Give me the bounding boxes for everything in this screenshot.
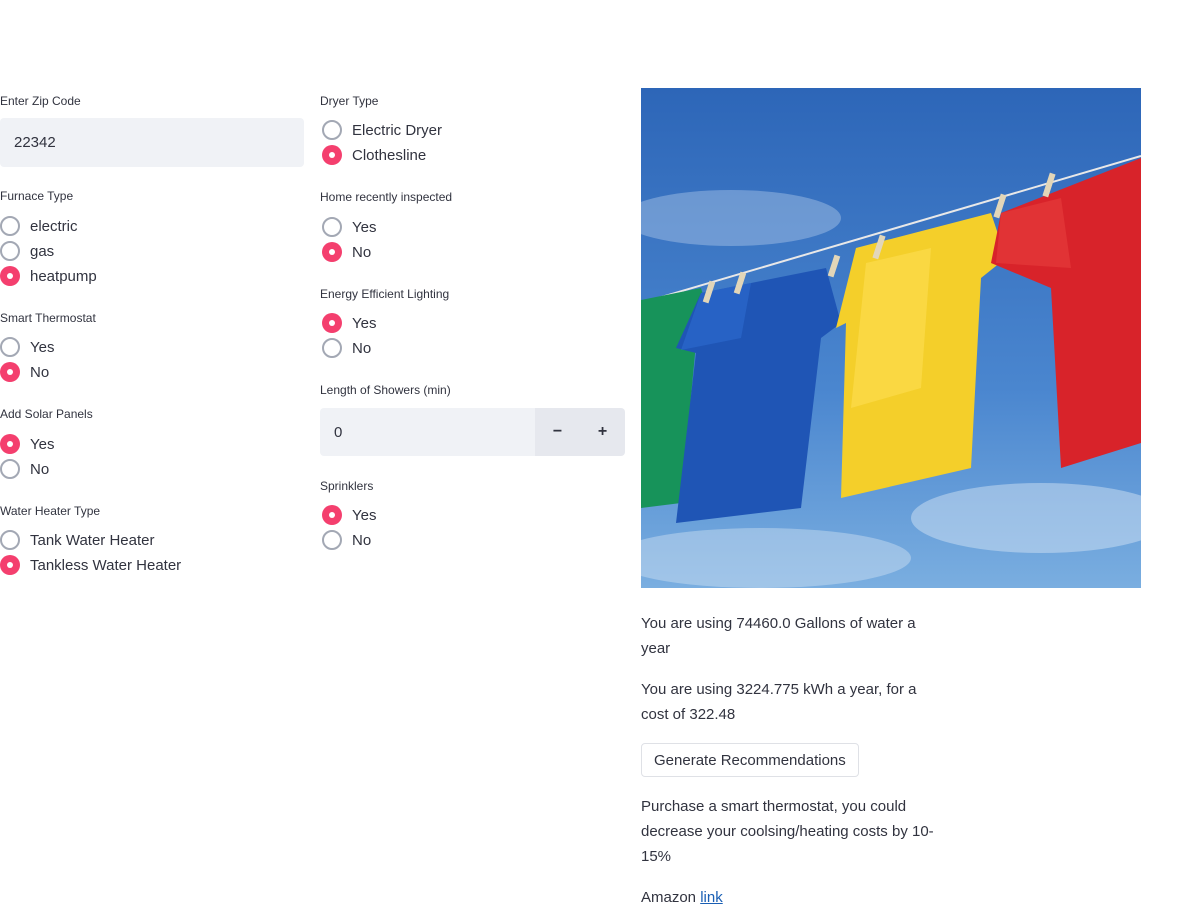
thermostat-label: Smart Thermostat bbox=[0, 311, 96, 325]
radio-circle-selected bbox=[0, 434, 20, 454]
zip-input[interactable] bbox=[0, 118, 304, 167]
amazon-link[interactable]: link bbox=[700, 889, 723, 906]
option-label: Yes bbox=[30, 435, 55, 453]
option-label: Clothesline bbox=[352, 146, 427, 164]
option-label: No bbox=[352, 531, 372, 549]
option-label: Yes bbox=[352, 218, 377, 236]
radio-circle bbox=[0, 337, 20, 357]
sprinklers-option-yes[interactable]: Yes bbox=[322, 505, 376, 525]
sprinklers-label: Sprinklers bbox=[320, 479, 374, 493]
option-label: No bbox=[30, 363, 50, 381]
clothesline-image bbox=[641, 88, 1141, 588]
option-label: heatpump bbox=[30, 267, 97, 285]
showers-number-input[interactable] bbox=[320, 408, 535, 456]
radio-circle bbox=[322, 217, 342, 237]
radio-circle-selected bbox=[0, 266, 20, 286]
radio-circle bbox=[0, 530, 20, 550]
radio-circle bbox=[0, 216, 20, 236]
inspected-option-yes[interactable]: Yes bbox=[322, 217, 376, 237]
radio-circle-selected bbox=[322, 145, 342, 165]
energy-usage-text: You are using 3224.775 kWh a year, for a… bbox=[641, 681, 917, 723]
option-label: No bbox=[30, 460, 50, 478]
generate-recommendations-button[interactable]: Generate Recommendations bbox=[641, 743, 859, 777]
thermostat-option-no[interactable]: No bbox=[0, 362, 49, 382]
water-heater-label: Water Heater Type bbox=[0, 504, 101, 518]
option-label: Yes bbox=[352, 506, 377, 524]
furnace-option-electric[interactable]: electric bbox=[0, 216, 78, 236]
water-heater-option-tank[interactable]: Tank Water Heater bbox=[0, 530, 155, 550]
recommendation-text: Purchase a smart thermostat, you could d… bbox=[641, 798, 934, 865]
option-label: Tank Water Heater bbox=[30, 531, 155, 549]
radio-circle bbox=[322, 120, 342, 140]
lighting-option-yes[interactable]: Yes bbox=[322, 313, 376, 333]
option-label: No bbox=[352, 243, 372, 261]
radio-circle-selected bbox=[322, 313, 342, 333]
lighting-option-no[interactable]: No bbox=[322, 338, 371, 358]
dryer-option-clothesline[interactable]: Clothesline bbox=[322, 145, 426, 165]
solar-option-yes[interactable]: Yes bbox=[0, 434, 54, 454]
inspected-option-no[interactable]: No bbox=[322, 242, 371, 262]
furnace-option-gas[interactable]: gas bbox=[0, 241, 54, 261]
solar-label: Add Solar Panels bbox=[0, 407, 93, 421]
option-label: Yes bbox=[30, 338, 55, 356]
showers-increment-button[interactable]: + bbox=[580, 408, 625, 456]
sprinklers-option-no[interactable]: No bbox=[322, 530, 371, 550]
dryer-option-electric[interactable]: Electric Dryer bbox=[322, 120, 442, 140]
option-label: No bbox=[352, 339, 372, 357]
amazon-line: Amazon link bbox=[641, 885, 946, 910]
showers-label: Length of Showers (min) bbox=[320, 383, 451, 397]
inspected-label: Home recently inspected bbox=[320, 190, 453, 204]
furnace-option-heatpump[interactable]: heatpump bbox=[0, 266, 97, 286]
option-label: Tankless Water Heater bbox=[30, 556, 182, 574]
amazon-prefix: Amazon bbox=[641, 889, 701, 906]
radio-circle-selected bbox=[322, 505, 342, 525]
option-label: gas bbox=[30, 242, 55, 260]
furnace-label: Furnace Type bbox=[0, 189, 74, 203]
option-label: electric bbox=[30, 217, 78, 235]
radio-circle bbox=[322, 338, 342, 358]
dryer-label: Dryer Type bbox=[320, 94, 379, 108]
thermostat-option-yes[interactable]: Yes bbox=[0, 337, 54, 357]
clothesline-illustration bbox=[641, 88, 1141, 588]
water-heater-option-tankless[interactable]: Tankless Water Heater bbox=[0, 555, 181, 575]
radio-circle-selected bbox=[322, 242, 342, 262]
showers-decrement-button[interactable]: − bbox=[535, 408, 580, 456]
radio-circle-selected bbox=[0, 362, 20, 382]
radio-circle bbox=[0, 459, 20, 479]
radio-circle bbox=[322, 530, 342, 550]
radio-circle-selected bbox=[0, 555, 20, 575]
option-label: Yes bbox=[352, 314, 377, 332]
radio-circle bbox=[0, 241, 20, 261]
solar-option-no[interactable]: No bbox=[0, 459, 49, 479]
water-usage-text: You are using 74460.0 Gallons of water a… bbox=[641, 615, 916, 657]
option-label: Electric Dryer bbox=[352, 121, 443, 139]
lighting-label: Energy Efficient Lighting bbox=[320, 287, 450, 301]
zip-label: Enter Zip Code bbox=[0, 94, 81, 108]
